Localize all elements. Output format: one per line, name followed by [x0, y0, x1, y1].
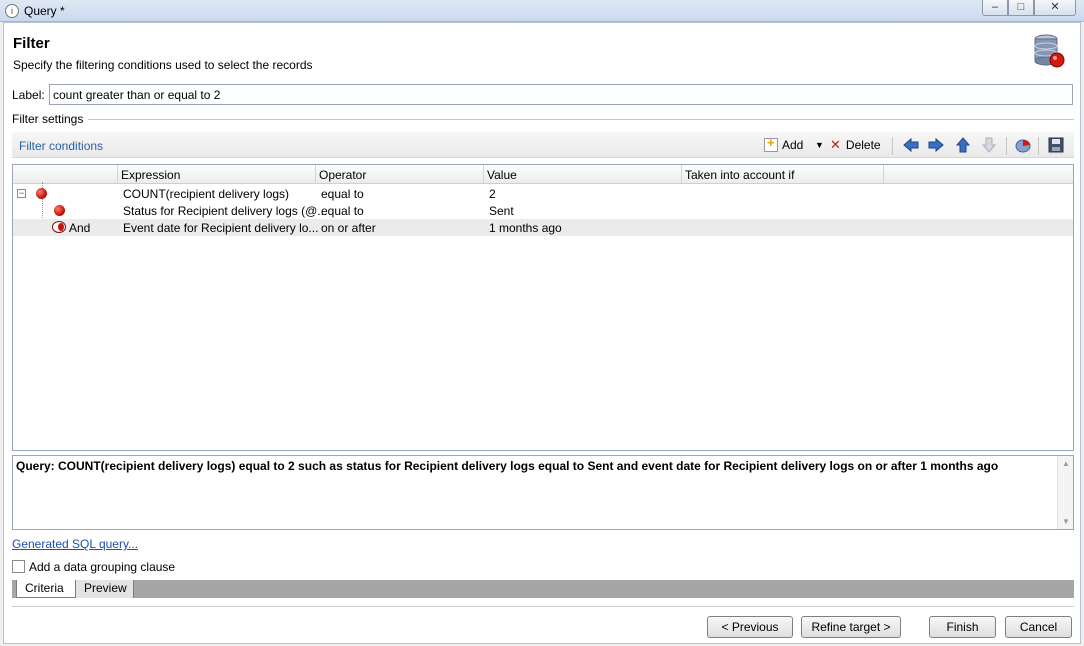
- grouping-label: Add a data grouping clause: [29, 560, 176, 574]
- expression-cell: Event date for Recipient delivery lo...: [123, 221, 319, 235]
- column-header-taken-into-account[interactable]: Taken into account if: [685, 168, 794, 182]
- toolbar-separator: [892, 137, 893, 155]
- app-icon: i: [5, 4, 19, 18]
- previous-button[interactable]: < Previous: [707, 616, 793, 638]
- filter-conditions-title: Filter conditions: [19, 139, 104, 153]
- query-scrollbar[interactable]: ▲ ▼: [1057, 456, 1073, 529]
- save-icon[interactable]: [1047, 137, 1065, 153]
- query-text: Query: COUNT(recipient delivery logs) eq…: [16, 459, 999, 473]
- filter-conditions-toolbar: Filter conditions Add ▼ ✕ Delete: [12, 132, 1074, 158]
- toolbar-separator: [1006, 137, 1007, 155]
- scroll-up-icon[interactable]: ▲: [1062, 459, 1070, 468]
- generated-sql-link[interactable]: Generated SQL query...: [12, 537, 138, 551]
- column-divider: [883, 165, 884, 184]
- value-cell: 2: [489, 187, 496, 201]
- maximize-button[interactable]: □: [1008, 0, 1034, 16]
- table-row[interactable]: Status for Recipient delivery logs (@...…: [13, 202, 1073, 219]
- add-dropdown-icon[interactable]: ▼: [815, 136, 824, 154]
- expression-cell: COUNT(recipient delivery logs): [123, 187, 290, 201]
- table-row[interactable]: − COUNT(recipient delivery logs) equal t…: [13, 185, 1073, 202]
- value-cell: Sent: [489, 204, 514, 218]
- add-button[interactable]: Add: [764, 135, 804, 154]
- title-bar: i Query * – □ ✕: [0, 0, 1084, 22]
- tab-preview[interactable]: Preview: [76, 580, 134, 598]
- refine-target-button[interactable]: Refine target >: [801, 616, 901, 638]
- move-right-icon[interactable]: [927, 137, 945, 153]
- database-icon: [1032, 33, 1066, 69]
- column-header-expression[interactable]: Expression: [121, 168, 180, 182]
- add-label: Add: [782, 138, 804, 152]
- delete-button[interactable]: ✕ Delete: [830, 136, 881, 154]
- filter-settings-heading: Filter settings: [12, 112, 84, 126]
- footer-divider: [12, 606, 1074, 607]
- query-window: Filter Specify the filtering conditions …: [3, 22, 1081, 644]
- grouping-checkbox[interactable]: [12, 560, 25, 573]
- page-subtitle: Specify the filtering conditions used to…: [13, 58, 313, 72]
- logic-cell: And: [69, 221, 91, 235]
- grid-header: Expression Operator Value Taken into acc…: [13, 165, 1073, 184]
- condition-icon: [36, 188, 47, 199]
- minimize-button[interactable]: –: [982, 0, 1008, 16]
- query-summary[interactable]: Query: COUNT(recipient delivery logs) eq…: [12, 455, 1074, 530]
- label-input[interactable]: [49, 84, 1073, 105]
- label-caption: Label:: [12, 88, 45, 102]
- table-row[interactable]: And Event date for Recipient delivery lo…: [13, 219, 1073, 236]
- conditions-grid: Expression Operator Value Taken into acc…: [12, 164, 1074, 451]
- section-divider: [88, 119, 1074, 120]
- column-divider: [681, 165, 682, 184]
- move-up-icon[interactable]: [954, 137, 972, 153]
- window-title: Query *: [24, 4, 65, 18]
- condition-icon: [54, 205, 65, 216]
- finish-button[interactable]: Finish: [929, 616, 996, 638]
- add-icon: [764, 135, 778, 152]
- scroll-down-icon[interactable]: ▼: [1062, 517, 1070, 526]
- collapse-icon[interactable]: −: [17, 189, 26, 198]
- delete-label: Delete: [845, 138, 881, 152]
- tab-strip: Criteria Preview: [12, 580, 1074, 598]
- column-divider: [483, 165, 484, 184]
- move-down-icon[interactable]: [980, 137, 998, 153]
- close-button[interactable]: ✕: [1034, 0, 1076, 16]
- value-cell: 1 months ago: [489, 221, 562, 235]
- column-header-value[interactable]: Value: [487, 168, 517, 182]
- column-divider: [315, 165, 316, 184]
- operator-cell: equal to: [321, 187, 364, 201]
- operator-cell: equal to: [321, 204, 364, 218]
- toolbar-separator: [1038, 137, 1039, 155]
- and-condition-icon: [52, 221, 66, 233]
- cancel-button[interactable]: Cancel: [1005, 616, 1072, 638]
- expression-cell: Status for Recipient delivery logs (@...: [123, 204, 328, 218]
- delete-icon: ✕: [830, 137, 841, 152]
- tab-criteria[interactable]: Criteria: [16, 580, 76, 598]
- column-header-operator[interactable]: Operator: [319, 168, 366, 182]
- move-left-icon[interactable]: [902, 137, 920, 153]
- distribution-icon[interactable]: [1014, 137, 1032, 153]
- operator-cell: on or after: [321, 221, 376, 235]
- column-divider: [117, 165, 118, 184]
- page-title: Filter: [13, 35, 50, 52]
